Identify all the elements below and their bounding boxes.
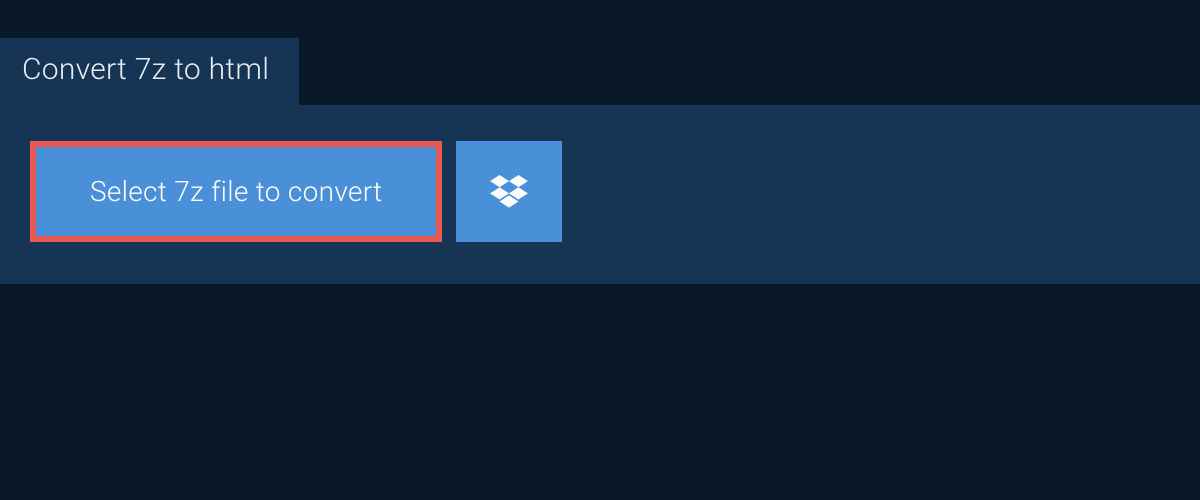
select-file-label: Select 7z file to convert bbox=[90, 175, 382, 208]
dropbox-button[interactable] bbox=[456, 141, 562, 242]
upload-panel: Select 7z file to convert bbox=[0, 105, 1200, 284]
empty-region bbox=[0, 284, 1200, 484]
select-file-button[interactable]: Select 7z file to convert bbox=[30, 141, 442, 242]
button-row: Select 7z file to convert bbox=[30, 141, 1170, 242]
tab-label: Convert 7z to html bbox=[22, 52, 269, 87]
tab-bar: Convert 7z to html bbox=[0, 0, 1200, 105]
dropbox-icon bbox=[490, 175, 528, 209]
tab-convert[interactable]: Convert 7z to html bbox=[0, 38, 299, 105]
